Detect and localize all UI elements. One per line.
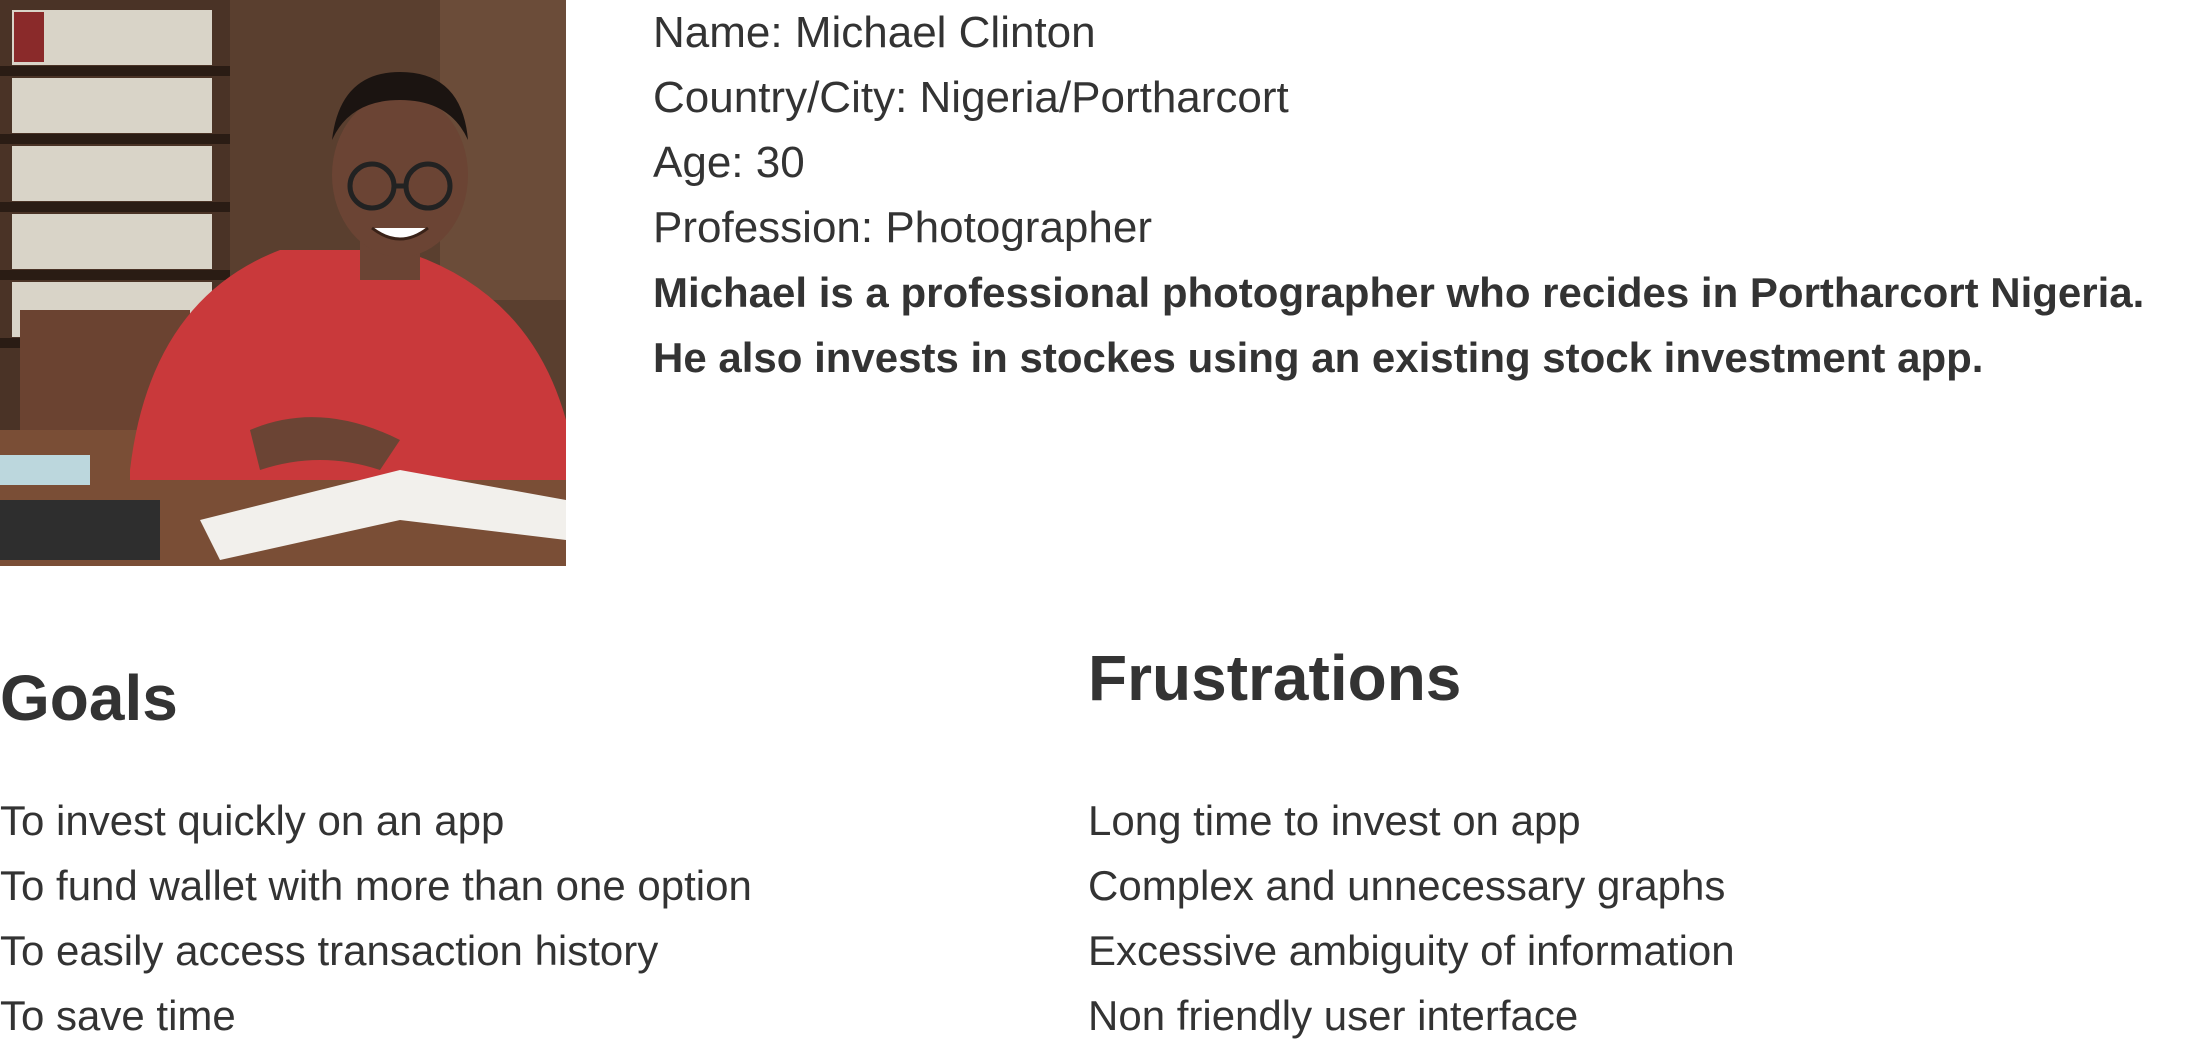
frustrations-section: Frustrations Long time to invest on app …	[1088, 630, 2178, 1048]
frustration-item: Long time to invest on app	[1088, 797, 1581, 844]
persona-location: Country/City: Nigeria/Portharcort	[653, 73, 1289, 122]
goals-title: Goals	[0, 662, 178, 734]
goals-list: To invest quickly on an app To fund wall…	[0, 788, 1000, 1048]
persona-age: Age: 30	[653, 138, 805, 187]
persona-bio-line-2: He also invests in stockes using an exis…	[653, 334, 1984, 381]
goal-item: To easily access transaction history	[0, 927, 659, 974]
goal-item: To invest quickly on an app	[0, 797, 505, 844]
frustrations-list: Long time to invest on app Complex and u…	[1088, 788, 2178, 1048]
frustration-item: Complex and unnecessary graphs	[1088, 862, 1726, 909]
persona-photo	[0, 0, 566, 566]
persona-info: Name: Michael Clinton Country/City: Nige…	[653, 0, 2183, 390]
persona-bio-line-1: Michael is a professional photographer w…	[653, 269, 2145, 316]
persona-profession: Profession: Photographer	[653, 203, 1152, 252]
frustration-item: Excessive ambiguity of information	[1088, 927, 1735, 974]
frustration-item: Non friendly user interface	[1088, 992, 1579, 1039]
frustrations-title: Frustrations	[1088, 642, 1462, 714]
goal-item: To save time	[0, 992, 236, 1039]
goals-section: Goals To invest quickly on an app To fun…	[0, 650, 1000, 1048]
persona-name: Name: Michael Clinton	[653, 8, 1096, 57]
goal-item: To fund wallet with more than one option	[0, 862, 752, 909]
